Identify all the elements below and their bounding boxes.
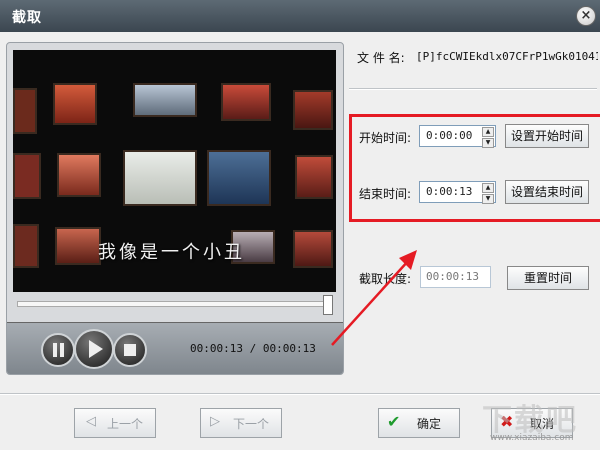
prev-arrow-icon: ◁ bbox=[86, 414, 96, 429]
clip-length-field: 00:00:13 bbox=[420, 266, 491, 288]
next-button[interactable]: ▷ 下一个 bbox=[200, 408, 282, 438]
video-tile bbox=[133, 83, 197, 117]
next-label: 下一个 bbox=[233, 417, 270, 431]
video-subtitle: 我像是一个小丑 bbox=[98, 242, 245, 263]
set-start-time-button[interactable]: 设置开始时间 bbox=[505, 124, 589, 148]
video-panel: 我像是一个小丑 00:00:13 / 00:00:13 bbox=[6, 42, 344, 375]
annotation-arrow-icon bbox=[331, 250, 417, 346]
total-time: 00:00:13 bbox=[262, 342, 316, 355]
reset-time-button[interactable]: 重置时间 bbox=[507, 266, 589, 290]
check-icon: ✔ bbox=[387, 412, 401, 431]
video-tile bbox=[293, 90, 333, 130]
start-time-input[interactable]: 0:00:00 ▲ ▼ bbox=[419, 125, 496, 148]
video-tile bbox=[221, 83, 271, 121]
start-time-spinner[interactable]: ▲ ▼ bbox=[482, 127, 494, 148]
end-time-label: 结束时间: bbox=[359, 187, 412, 201]
spin-down-icon[interactable]: ▼ bbox=[482, 138, 494, 148]
start-time-value: 0:00:00 bbox=[426, 129, 473, 142]
close-icon[interactable]: × bbox=[576, 6, 596, 26]
clip-dialog: 截取 × 我像是一个小丑 00:00:13 / 00:00:13 文 件 名: … bbox=[0, 0, 600, 450]
title-bar[interactable]: 截取 × bbox=[0, 0, 600, 32]
video-tile bbox=[207, 150, 271, 206]
divider bbox=[349, 88, 597, 90]
file-name-value: [P]fcCWIEkdlx07CFrP1wGk01041200 bbox=[416, 50, 598, 63]
spin-down-icon[interactable]: ▼ bbox=[482, 194, 494, 204]
start-time-label: 开始时间: bbox=[359, 131, 412, 145]
watermark-sub: www.xiazaiba.com bbox=[490, 433, 574, 443]
play-icon[interactable] bbox=[74, 329, 114, 369]
spin-up-icon[interactable]: ▲ bbox=[482, 183, 494, 193]
time-separator: / bbox=[249, 342, 257, 355]
video-tile bbox=[293, 230, 333, 268]
ok-button[interactable]: ✔ 确定 bbox=[378, 408, 460, 438]
set-end-time-button[interactable]: 设置结束时间 bbox=[505, 180, 589, 204]
video-tile bbox=[13, 153, 41, 199]
time-readout: 00:00:13 / 00:00:13 bbox=[190, 342, 316, 355]
video-tile bbox=[57, 153, 101, 197]
video-tile bbox=[295, 155, 333, 199]
pause-icon[interactable] bbox=[41, 333, 75, 367]
window-title: 截取 bbox=[12, 10, 42, 26]
watermark: 下载吧 www.xiazaiba.com bbox=[474, 395, 596, 447]
end-time-input[interactable]: 0:00:13 ▲ ▼ bbox=[419, 181, 496, 204]
prev-button[interactable]: ◁ 上一个 bbox=[74, 408, 156, 438]
current-time: 00:00:13 bbox=[190, 342, 243, 355]
seek-bar[interactable] bbox=[17, 301, 333, 307]
end-time-value: 0:00:13 bbox=[426, 185, 473, 198]
file-name-label: 文 件 名: bbox=[357, 51, 405, 65]
video-tile bbox=[13, 224, 39, 268]
prev-label: 上一个 bbox=[107, 417, 144, 431]
clip-length-value: 00:00:13 bbox=[426, 270, 479, 283]
video-tile bbox=[55, 227, 101, 265]
player-controls: 00:00:13 / 00:00:13 bbox=[7, 322, 343, 374]
next-arrow-icon: ▷ bbox=[210, 414, 220, 429]
end-time-spinner[interactable]: ▲ ▼ bbox=[482, 183, 494, 204]
video-tile bbox=[53, 83, 97, 125]
stop-icon[interactable] bbox=[113, 333, 147, 367]
spin-up-icon[interactable]: ▲ bbox=[482, 127, 494, 137]
video-tile bbox=[123, 150, 197, 206]
video-tile bbox=[13, 88, 37, 134]
ok-label: 确定 bbox=[417, 417, 442, 431]
video-preview[interactable]: 我像是一个小丑 bbox=[13, 50, 336, 292]
